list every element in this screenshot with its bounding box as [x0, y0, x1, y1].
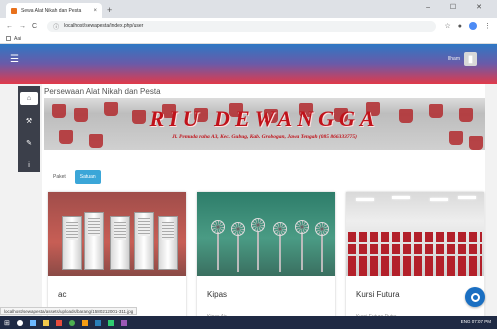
info-icon[interactable]: ⓘ	[53, 22, 59, 31]
sidebar-item-cart[interactable]: ⚒	[20, 115, 38, 128]
back-button[interactable]: ←	[6, 23, 13, 30]
product-image[interactable]	[48, 192, 186, 276]
home-icon: ⌂	[26, 94, 32, 102]
browser-tab-bar: Sewa Alat Nikah dan Pesta × + – ☐ ✕	[0, 0, 497, 18]
product-image[interactable]	[346, 192, 484, 276]
product-name[interactable]: ac	[58, 290, 66, 299]
banner-address: Jl. Pemuda raha A3, Kec. Gubug, Kab. Gro…	[172, 134, 357, 140]
new-tab-button[interactable]: +	[107, 5, 112, 15]
extension-icon[interactable]: ●	[458, 23, 462, 30]
chat-fab-button[interactable]	[465, 287, 485, 307]
product-name[interactable]: Kipas	[207, 290, 227, 299]
task-view-icon[interactable]	[29, 319, 36, 326]
product-card[interactable]: Kursi Futura Kursi Futura Putra	[346, 192, 484, 329]
apps-icon[interactable]	[6, 36, 11, 41]
banner-title: RIU DEWANGGA	[149, 106, 380, 131]
app-header: ☰ Ilham ▮	[0, 44, 497, 84]
main-content: Persewaan Alat Nikah dan Pesta RIU DEWAN…	[42, 84, 485, 329]
app-icon[interactable]	[120, 319, 127, 326]
system-clock[interactable]: ENG 07:07 PM	[461, 319, 491, 324]
url-text: localhost/sewapesta/index.php/user	[64, 23, 144, 29]
sidebar-item-home[interactable]: ⌂	[20, 92, 38, 105]
edit-icon: ✎	[26, 140, 32, 148]
cart-icon: ⚒	[25, 117, 33, 125]
tab-satuan[interactable]: Satuan	[74, 170, 101, 184]
bookmarks-bar: Aai	[0, 34, 497, 44]
category-tabs: Paket Satuan	[48, 170, 101, 184]
profile-avatar[interactable]	[469, 22, 477, 30]
url-input[interactable]: ⓘ localhost/sewapesta/index.php/user	[47, 20, 437, 32]
search-icon[interactable]	[16, 319, 23, 326]
file-explorer-icon[interactable]	[42, 319, 49, 326]
tab-paket[interactable]: Paket	[48, 170, 71, 184]
app-icon[interactable]	[81, 319, 88, 326]
product-name[interactable]: Kursi Futura	[356, 290, 400, 299]
browser-menu-icon[interactable]: ⋮	[484, 22, 491, 30]
chrome-icon[interactable]	[68, 319, 75, 326]
window-controls[interactable]: – ☐ ✕	[426, 3, 491, 11]
address-bar-row: ← → C ⓘ localhost/sewapesta/index.php/us…	[0, 18, 497, 34]
product-card[interactable]: Kipas Kipas Air	[197, 192, 335, 329]
app-icon[interactable]	[94, 319, 101, 326]
browser-status-url: localhost/sewapesta/assets/uploads/baran…	[0, 307, 138, 315]
os-taskbar: ⊞ ENG 07:07 PM	[0, 316, 497, 329]
bookmark-star-icon[interactable]: ☆	[444, 22, 450, 30]
reload-button[interactable]: C	[32, 23, 37, 30]
sidebar-nav: ⌂ ⚒ ✎ i	[18, 86, 40, 172]
app-icon[interactable]	[107, 319, 114, 326]
bookmark-item[interactable]: Aai	[14, 36, 21, 42]
windows-start-icon[interactable]: ⊞	[4, 319, 10, 327]
site-favicon-icon	[11, 7, 17, 14]
page-title: Persewaan Alat Nikah dan Pesta	[44, 87, 161, 96]
hamburger-menu-icon[interactable]: ☰	[10, 54, 19, 65]
chat-icon	[470, 292, 480, 302]
product-image[interactable]	[197, 192, 335, 276]
info-icon: i	[28, 162, 30, 170]
forward-button[interactable]: →	[19, 23, 26, 30]
tab-title: Sewa Alat Nikah dan Pesta	[21, 7, 82, 14]
browser-actions: ☆ ● ⋮	[444, 22, 491, 30]
sidebar-item-edit[interactable]: ✎	[20, 137, 38, 150]
user-name: Ilham	[447, 56, 460, 62]
hero-banner: RIU DEWANGGA Jl. Pemuda raha A3, Kec. Gu…	[44, 98, 485, 150]
browser-tab[interactable]: Sewa Alat Nikah dan Pesta ×	[6, 3, 102, 18]
close-tab-icon[interactable]: ×	[93, 8, 97, 14]
app-icon[interactable]	[55, 319, 62, 326]
user-avatar[interactable]: ▮	[464, 52, 477, 66]
sidebar-item-info[interactable]: i	[20, 160, 38, 173]
user-menu[interactable]: Ilham ▮	[448, 52, 477, 66]
